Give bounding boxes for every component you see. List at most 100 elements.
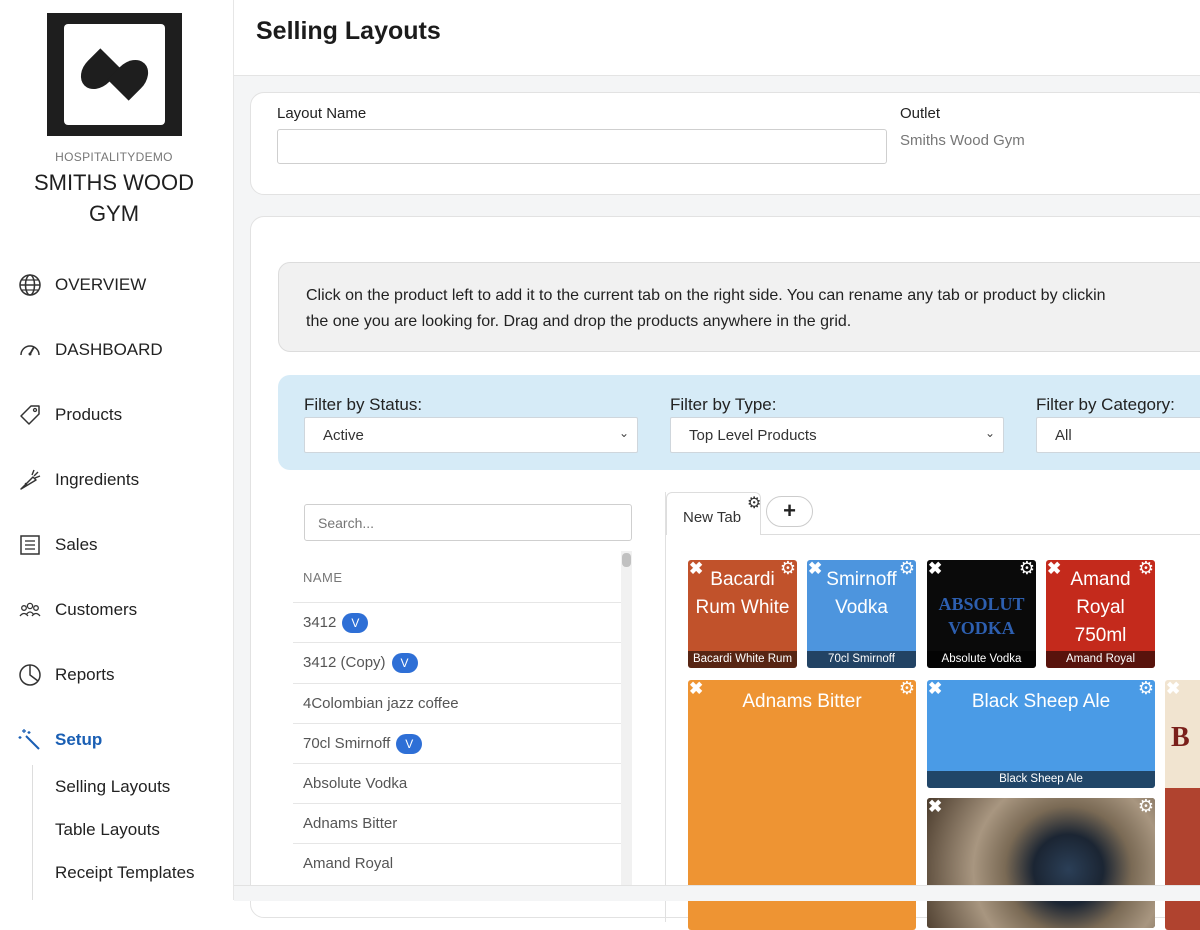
outlet-value: Smiths Wood Gym bbox=[900, 132, 1025, 149]
main-content: Selling Layouts Layout Name Outlet Smith… bbox=[234, 0, 1200, 930]
filter-category-select[interactable]: All bbox=[1036, 417, 1200, 453]
list-icon bbox=[20, 535, 40, 555]
variant-badge: V bbox=[396, 733, 423, 754]
sidebar: HOSPITALITYDEMO SMITHS WOOD GYM OVERVIEW… bbox=[0, 0, 234, 900]
list-item[interactable]: Amand Royal bbox=[293, 843, 621, 883]
outlet-label: Outlet bbox=[900, 105, 941, 122]
nav-label-sales: Sales bbox=[55, 535, 98, 554]
list-item[interactable]: 3412 (Copy) V bbox=[293, 642, 621, 682]
app-logo[interactable] bbox=[47, 13, 182, 136]
variant-badge: V bbox=[342, 612, 369, 633]
globe-icon bbox=[19, 274, 41, 296]
absolut-brand-image: ABSOLUT VODKA bbox=[938, 594, 1025, 638]
gauge-icon bbox=[20, 345, 40, 356]
nav-item-overview[interactable]: OVERVIEW bbox=[18, 270, 146, 300]
close-icon[interactable]: ✖ bbox=[928, 680, 942, 698]
close-icon[interactable]: ✖ bbox=[928, 560, 942, 578]
subnav-table-layouts[interactable]: Table Layouts bbox=[55, 820, 160, 840]
list-item[interactable]: 4Colombian jazz coffee bbox=[293, 683, 621, 723]
product-name: Amand Royal bbox=[303, 855, 394, 872]
list-item[interactable]: Adnams Bitter bbox=[293, 803, 621, 843]
nav-item-reports[interactable]: Reports bbox=[18, 660, 115, 690]
tile-caption: Absolute Vodka bbox=[927, 651, 1036, 668]
product-tile-amand-royal[interactable]: Amand Royal 750ml Amand Royal ✖ ⚙ bbox=[1046, 560, 1155, 668]
s-logo-icon bbox=[80, 48, 149, 101]
tile-caption: Bacardi White Rum bbox=[688, 651, 797, 668]
close-icon[interactable]: ✖ bbox=[1047, 560, 1061, 578]
top-bar: Selling Layouts bbox=[234, 0, 1200, 76]
nav-item-products[interactable]: Products bbox=[18, 400, 122, 430]
add-tab-button[interactable]: + bbox=[766, 496, 813, 527]
subnav-receipt-templates[interactable]: Receipt Templates bbox=[55, 863, 195, 883]
list-item[interactable]: 70cl Smirnoff V bbox=[293, 723, 621, 763]
product-search-input[interactable] bbox=[304, 504, 632, 541]
tag-icon bbox=[20, 405, 40, 425]
close-icon[interactable]: ✖ bbox=[689, 560, 703, 578]
list-header-name: NAME bbox=[303, 570, 343, 585]
tile-title: Amand Royal 750ml bbox=[1070, 569, 1131, 646]
chevron-down-icon: ⌄ bbox=[618, 426, 629, 440]
filter-status-value: Active bbox=[323, 427, 364, 444]
product-name: Absolute Vodka bbox=[303, 775, 408, 792]
close-icon[interactable]: ✖ bbox=[928, 798, 942, 816]
nav-item-customers[interactable]: Customers bbox=[18, 595, 137, 625]
product-name: Adnams Bitter bbox=[303, 815, 398, 832]
beer-label-image: B bbox=[1171, 722, 1190, 753]
instructions-box: Click on the product left to add it to t… bbox=[278, 262, 1200, 352]
product-list-scrollbar[interactable] bbox=[621, 551, 632, 891]
layout-editor-card: Click on the product left to add it to t… bbox=[250, 216, 1200, 930]
filter-type-label: Filter by Type: bbox=[670, 395, 777, 414]
product-tile-absolute-vodka[interactable]: ABSOLUT VODKA Absolute Vodka ✖ ⚙ bbox=[927, 560, 1036, 668]
close-icon[interactable]: ✖ bbox=[808, 560, 822, 578]
product-tile-smirnoff[interactable]: Smirnoff Vodka 70cl Smirnoff ✖ ⚙ bbox=[807, 560, 916, 668]
instructions-line-1: Click on the product left to add it to t… bbox=[306, 287, 1106, 304]
users-icon bbox=[19, 602, 41, 617]
scrollbar-thumb[interactable] bbox=[622, 553, 631, 567]
list-item[interactable]: Absolute Vodka bbox=[293, 763, 621, 803]
nav-label-overview: OVERVIEW bbox=[55, 275, 147, 294]
product-name: 4Colombian jazz coffee bbox=[303, 695, 459, 712]
gear-icon[interactable]: ⚙ bbox=[1138, 798, 1154, 815]
instructions-text: Click on the product left to add it to t… bbox=[306, 283, 1200, 335]
product-tile-black-sheep-ale[interactable]: Black Sheep Ale Black Sheep Ale ✖ ⚙ bbox=[927, 680, 1155, 788]
nav-item-dashboard[interactable]: DASHBOARD bbox=[18, 335, 163, 365]
setup-subnav: Selling Layouts Table Layouts Receipt Te… bbox=[32, 765, 234, 900]
product-tile-photo[interactable]: ✖ ⚙ bbox=[927, 798, 1155, 928]
filter-status-select[interactable]: Active ⌄ bbox=[304, 417, 638, 453]
subnav-selling-layouts[interactable]: Selling Layouts bbox=[55, 777, 170, 797]
layout-name-input[interactable] bbox=[277, 129, 887, 164]
gear-icon[interactable]: ⚙ bbox=[899, 680, 915, 697]
magic-wand-icon bbox=[18, 729, 40, 750]
pie-chart-icon bbox=[19, 664, 41, 686]
tab-new-tab[interactable]: New Tab ⚙ bbox=[666, 492, 761, 535]
gear-icon[interactable]: ⚙ bbox=[780, 560, 796, 577]
gear-icon[interactable]: ⚙ bbox=[1138, 560, 1154, 577]
beer-label-band bbox=[1165, 788, 1200, 930]
chevron-down-icon: ⌄ bbox=[984, 426, 995, 440]
nav-item-sales[interactable]: Sales bbox=[18, 530, 98, 560]
close-icon[interactable]: ✖ bbox=[689, 680, 703, 698]
close-icon[interactable]: ✖ bbox=[1166, 680, 1180, 698]
page-title: Selling Layouts bbox=[256, 17, 441, 45]
tab-divider bbox=[761, 534, 1200, 535]
product-tile-bacardi[interactable]: Bacardi Rum White Bacardi White Rum ✖ ⚙ bbox=[688, 560, 797, 668]
filter-type-select[interactable]: Top Level Products ⌄ bbox=[670, 417, 1004, 453]
filter-type-value: Top Level Products bbox=[689, 427, 817, 444]
product-name: 70cl Smirnoff bbox=[303, 735, 391, 752]
nav-label-setup: Setup bbox=[55, 730, 103, 749]
layout-name-label: Layout Name bbox=[277, 105, 367, 122]
nav-item-ingredients[interactable]: Ingredients bbox=[18, 465, 139, 495]
carrot-icon bbox=[20, 469, 41, 490]
nav-label-dashboard: DASHBOARD bbox=[55, 340, 163, 359]
gear-icon[interactable]: ⚙ bbox=[1138, 680, 1154, 697]
gear-icon[interactable]: ⚙ bbox=[1019, 560, 1035, 577]
nav-item-setup[interactable]: Setup bbox=[18, 725, 102, 755]
org-name: HOSPITALITYDEMO bbox=[55, 150, 173, 164]
layout-grid-panel: New Tab ⚙ + Bacardi Rum White Bacardi Wh… bbox=[665, 492, 1200, 930]
layout-details-card: Layout Name Outlet Smiths Wood Gym bbox=[250, 92, 1200, 195]
gear-icon[interactable]: ⚙ bbox=[747, 493, 761, 513]
gear-icon[interactable]: ⚙ bbox=[899, 560, 915, 577]
filters-bar: Filter by Status: Active ⌄ Filter by Typ… bbox=[278, 375, 1200, 470]
filter-category-value: All bbox=[1055, 427, 1072, 444]
list-item[interactable]: 3412 V bbox=[293, 602, 621, 642]
